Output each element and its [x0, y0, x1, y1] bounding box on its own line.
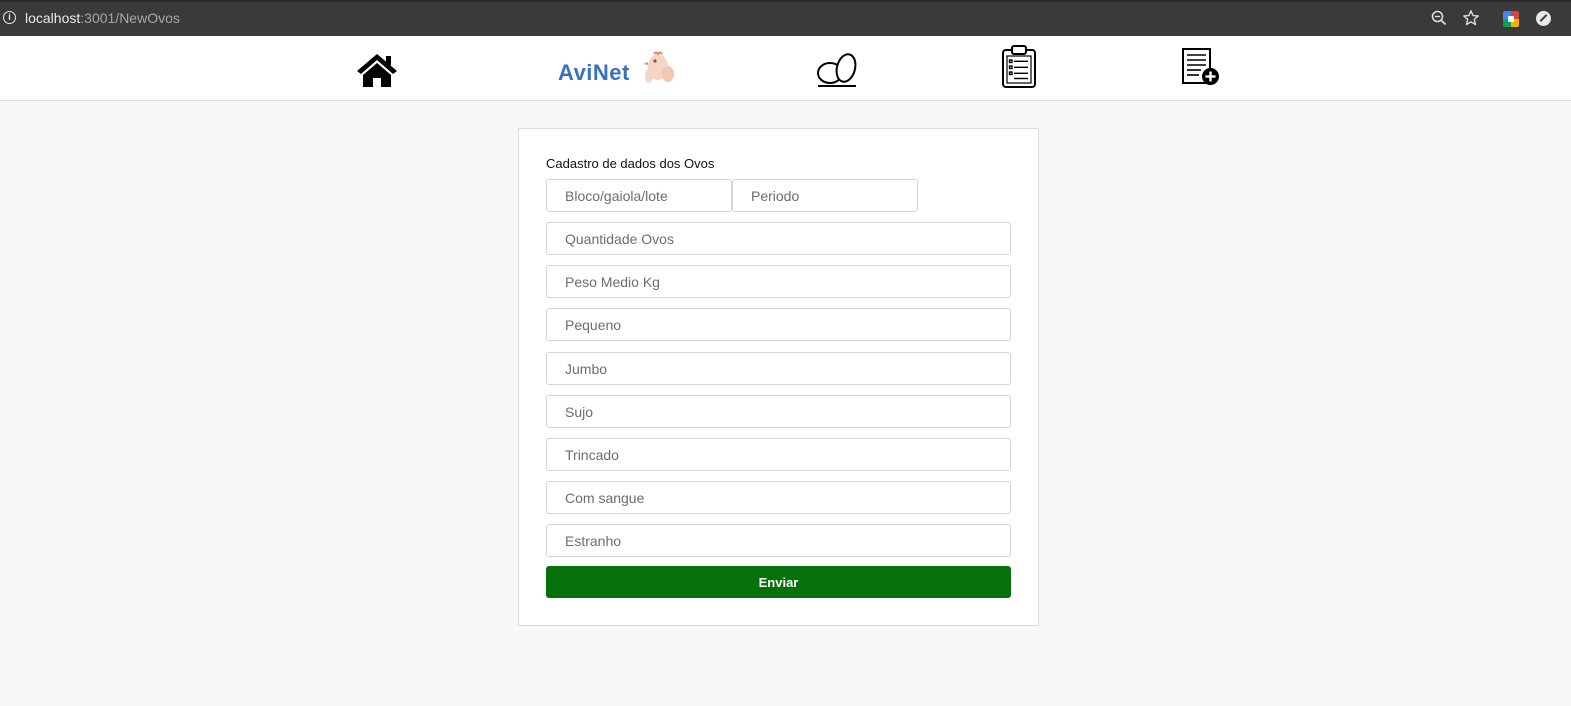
logo-text: AviNet	[558, 60, 630, 85]
peso-medio-input[interactable]	[546, 265, 1011, 298]
form-title: Cadastro de dados dos Ovos	[546, 156, 715, 171]
url-host: localhost	[25, 10, 81, 26]
pequeno-input[interactable]	[546, 308, 1011, 341]
extension-icon[interactable]	[1503, 11, 1519, 27]
nav-eggs[interactable]	[816, 52, 858, 93]
periodo-input[interactable]	[732, 179, 918, 212]
chicken-icon	[643, 51, 674, 83]
trincado-input[interactable]	[546, 438, 1011, 471]
bloco-gaiola-lote-input[interactable]	[546, 179, 732, 212]
eggs-icon	[817, 53, 857, 87]
nav-reports[interactable]	[1001, 45, 1037, 94]
quantidade-ovos-input[interactable]	[546, 222, 1011, 255]
browser-toolbar: i localhost:3001/NewOvos	[0, 0, 1571, 36]
address-bar[interactable]: localhost:3001/NewOvos	[25, 10, 180, 26]
clipboard-list-icon	[1002, 45, 1036, 88]
bookmark-star-icon[interactable]	[1462, 9, 1480, 27]
enviar-button[interactable]: Enviar	[546, 566, 1011, 598]
home-icon	[357, 54, 397, 87]
sujo-input[interactable]	[546, 395, 1011, 428]
blocker-extension-icon[interactable]	[1536, 11, 1551, 26]
jumbo-input[interactable]	[546, 352, 1011, 385]
egg-data-form-card: Cadastro de dados dos Ovos Enviar	[518, 128, 1039, 626]
zoom-icon[interactable]	[1430, 9, 1448, 27]
url-path: :3001/NewOvos	[80, 10, 180, 26]
estranho-input[interactable]	[546, 524, 1011, 557]
top-navbar: AviNet	[0, 36, 1571, 101]
nav-add-record[interactable]	[1182, 48, 1220, 91]
site-info-icon[interactable]: i	[3, 11, 16, 24]
nav-home[interactable]	[356, 52, 398, 93]
com-sangue-input[interactable]	[546, 481, 1011, 514]
add-document-icon	[1182, 48, 1219, 85]
